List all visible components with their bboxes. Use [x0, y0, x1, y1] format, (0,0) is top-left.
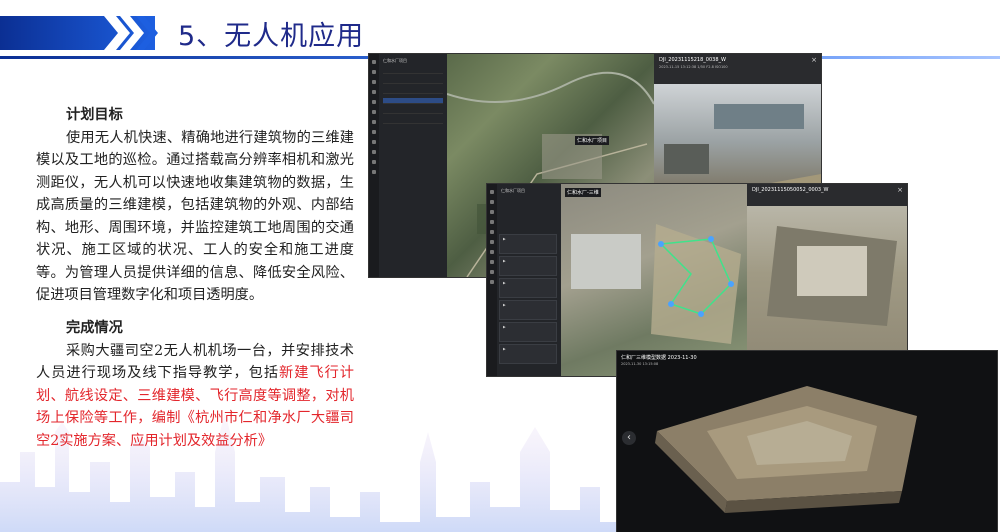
- route-map: 仁和水厂-三维: [561, 184, 747, 376]
- flight-plan-card[interactable]: ▶: [499, 322, 557, 342]
- panel-row: [383, 78, 443, 84]
- photo-title: DJI_20231115218_0038_W: [659, 57, 726, 63]
- side-panel: 仁和水厂项目: [369, 54, 447, 277]
- photo-meta: 2023-11-15 13:12:38 1/50 F2.8 ISO100: [659, 65, 728, 69]
- flight-plan-card[interactable]: ▶: [499, 344, 557, 364]
- photo-title: DJI_20231115050052_0003_W: [752, 187, 829, 193]
- 3d-site-model: [655, 386, 917, 513]
- screenshot-platform-2: 仁和水厂项目 ▶ ▶ ▶ ▶ ▶ ▶ 仁和水厂-三维 DJI_202311150…: [487, 184, 907, 376]
- done-section: 完成情况 采购大疆司空2无人机机场一台，并安排技术人员进行现场及线下指导教学，包…: [36, 317, 354, 452]
- flight-plan-card[interactable]: ▶: [499, 256, 557, 276]
- page-title: 5、无人机应用: [178, 21, 365, 52]
- slide-header: 5、无人机应用: [0, 0, 1000, 62]
- close-icon[interactable]: ×: [897, 186, 903, 194]
- nav-rail: [369, 54, 379, 277]
- plan-heading: 计划目标: [66, 107, 123, 123]
- chevron-decoration-icon: [104, 16, 158, 50]
- route-map-label: 仁和水厂-三维: [565, 188, 601, 197]
- done-body: 采购大疆司空2无人机机场一台，并安排技术人员进行现场及线下指导教学，包括新建飞行…: [36, 340, 354, 453]
- plan-body: 使用无人机快速、精确地进行建筑物的三维建模以及工地的巡检。通过搭载高分辨率相机和…: [36, 129, 354, 304]
- route-map-texture: [571, 224, 741, 344]
- done-heading: 完成情况: [66, 320, 123, 336]
- plan-section: 计划目标 使用无人机快速、精确地进行建筑物的三维建模以及工地的巡检。通过搭载高分…: [36, 104, 354, 307]
- screenshot-3d-model: 仁和厂三维模型数据 2023-11-30 2023-11-30 13:15:08…: [617, 351, 997, 532]
- panel-row: [383, 88, 443, 94]
- side-panel: 仁和水厂项目 ▶ ▶ ▶ ▶ ▶ ▶: [487, 184, 561, 376]
- flight-plan-card[interactable]: ▶: [499, 300, 557, 320]
- panel-title: 仁和水厂项目: [501, 188, 525, 193]
- photo-viewer: DJI_20231115050052_0003_W ×: [747, 184, 907, 376]
- panel-title: 仁和水厂项目: [383, 58, 407, 63]
- nav-rail: [487, 184, 497, 376]
- close-icon[interactable]: ×: [811, 56, 817, 64]
- panel-row: [383, 108, 443, 114]
- map-label: 仁和水厂项目: [575, 136, 610, 145]
- panel-row: [383, 68, 443, 74]
- panel-row: [383, 118, 443, 124]
- flight-plan-card[interactable]: ▶: [499, 234, 557, 254]
- flight-plan-card[interactable]: ▶: [499, 278, 557, 298]
- panel-row-selected: [383, 98, 443, 104]
